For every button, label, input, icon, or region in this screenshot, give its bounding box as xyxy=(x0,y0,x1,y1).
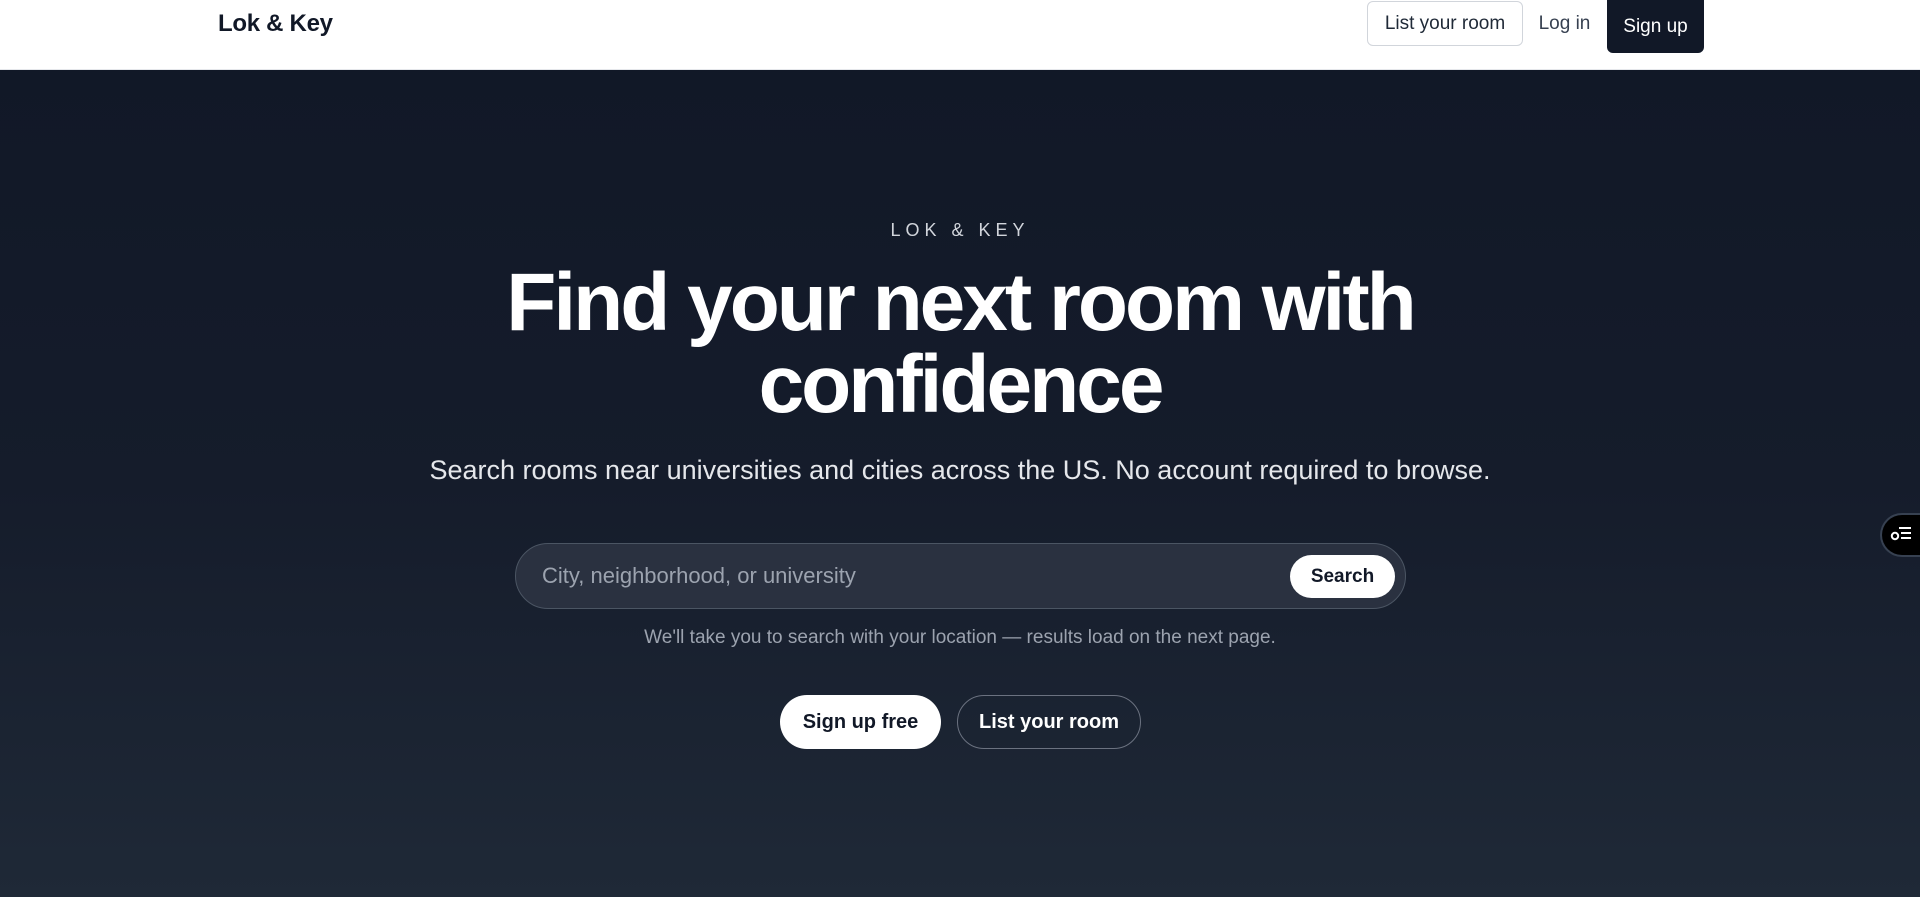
hero-subheadline: Search rooms near universities and citie… xyxy=(429,455,1491,485)
search-input[interactable] xyxy=(542,544,1262,608)
signup-button[interactable]: Sign up xyxy=(1607,0,1704,53)
signup-free-button[interactable]: Sign up free xyxy=(780,695,941,749)
list-your-room-button[interactable]: List your room xyxy=(1367,1,1523,46)
list-your-room-cta-button[interactable]: List your room xyxy=(957,695,1141,749)
top-navbar: Lok & Key List your room Log in Sign up xyxy=(0,0,1920,70)
login-link[interactable]: Log in xyxy=(1527,1,1602,46)
search-bar: Search xyxy=(515,543,1406,609)
search-hint: We'll take you to search with your locat… xyxy=(644,627,1276,648)
floating-widget-button[interactable] xyxy=(1880,513,1920,557)
brand-logo[interactable]: Lok & Key xyxy=(218,10,333,38)
search-button[interactable]: Search xyxy=(1290,555,1395,598)
hero-headline: Find your next room with confidence xyxy=(506,257,1416,430)
filter-list-icon xyxy=(1889,523,1913,548)
hero-eyebrow: LOK & KEY xyxy=(890,220,1030,240)
